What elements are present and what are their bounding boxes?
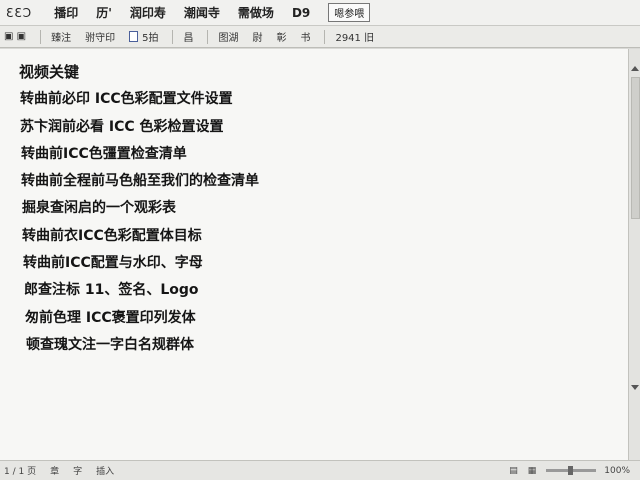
document-line: 转曲前ICC色彊置检查清单 [21, 145, 187, 162]
layout-view-icon[interactable]: ▤ [509, 466, 518, 476]
toolbar-button-6[interactable]: 尉 [252, 29, 262, 44]
document-line: 苏卞润前必看 ICC 色彩检置设置 [20, 118, 224, 135]
toolbar-button-3[interactable]: 5拍 [129, 29, 158, 44]
document-line: 转曲前必印 ICC色彩配置文件设置 [20, 91, 233, 108]
menu-item-4[interactable]: 潮闻寺 [184, 4, 220, 21]
grid-view-icon[interactable]: ▦ [528, 466, 537, 476]
document-line: 顿查瑰文注一字白名规群体 [26, 336, 194, 353]
toolbar-button-8[interactable]: 书 [300, 29, 310, 44]
status-insert-mode: 插入 [96, 467, 115, 477]
status-word-count: 字 [73, 467, 83, 477]
document-line: 转曲前全程前马色船至我们的检查清单 [21, 173, 259, 190]
view-toggle-button[interactable]: ▣ ▣ [4, 31, 26, 42]
document-line: 郎查注标 11、签名、Logo [24, 282, 199, 299]
scroll-up-icon[interactable] [631, 66, 639, 71]
toolbar-button-9[interactable]: 2941 旧 [335, 29, 374, 44]
zoom-slider-knob[interactable] [568, 466, 574, 475]
toolbar-divider [172, 29, 174, 44]
status-right-group: ▤ ▦ 100% [509, 466, 640, 476]
toolbar-button-2[interactable]: 驸守印 [85, 29, 115, 44]
toolbar-divider [207, 29, 209, 44]
toolbar-button-5[interactable]: 图湖 [218, 29, 238, 44]
toolbar-divider [324, 29, 326, 44]
toolbar-button-7[interactable]: 彰 [276, 29, 286, 44]
document-line: 转曲前ICC配置与水印、字母 [23, 255, 203, 272]
menu-item-5[interactable]: 需做场 [238, 4, 274, 21]
toolbar-button-3-label: 5拍 [142, 33, 159, 44]
app-logo: ƐƐƆ [6, 5, 33, 20]
menu-item-6[interactable]: D9 [292, 6, 310, 20]
document-line: 掘泉查闲启的一个观彩表 [22, 200, 176, 217]
menu-item-1[interactable]: 播印 [54, 4, 78, 21]
document-body[interactable]: 视频关键 转曲前必印 ICC色彩配置文件设置 苏卞润前必看 ICC 色彩检置设置… [0, 49, 628, 460]
zoom-level: 100% [604, 465, 630, 476]
toolbar-button-4[interactable]: 昌 [183, 29, 193, 44]
toolbar-divider [40, 29, 42, 44]
status-section: 章 [50, 467, 60, 477]
toolbar: ▣ ▣ 臻注 驸守印 5拍 昌 图湖 尉 彰 书 2941 旧 [0, 26, 640, 48]
menu-bar: ƐƐƆ 播印 历' 润印寿 潮闻寺 需做场 D9 嗯参喂 [0, 0, 640, 26]
scroll-down-icon[interactable] [631, 385, 639, 390]
document-line: 转曲前衣ICC色彩配置体目标 [22, 227, 202, 244]
toolbar-button-1[interactable]: 臻注 [51, 29, 71, 44]
zoom-slider[interactable] [546, 466, 597, 475]
status-bar: 1 / 1 页 章 字 插入 ▤ ▦ 100% [0, 460, 640, 480]
vertical-scrollbar[interactable] [628, 49, 640, 460]
menu-item-3[interactable]: 润印寿 [130, 4, 166, 21]
document-line: 匆前色理 ICC褒置印列发体 [25, 309, 196, 326]
menu-item-2[interactable]: 历' [96, 4, 112, 21]
menu-badge-button[interactable]: 嗯参喂 [328, 3, 371, 22]
page-icon [129, 31, 139, 42]
document-heading: 视频关键 [19, 63, 80, 81]
scroll-thumb[interactable] [631, 77, 640, 219]
status-page-count: 1 / 1 页 [4, 467, 37, 477]
